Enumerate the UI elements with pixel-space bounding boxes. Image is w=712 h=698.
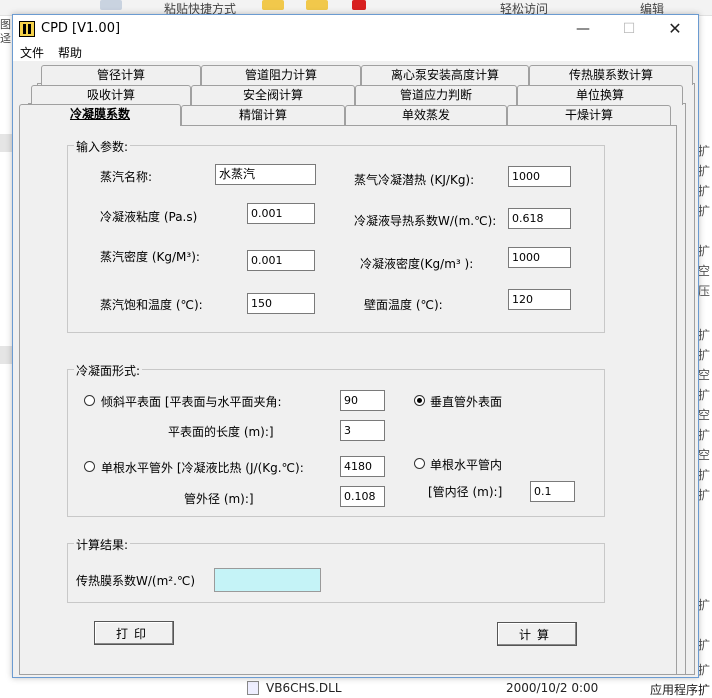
bg-right-text: 扩 [698, 328, 711, 342]
conductivity-input[interactable]: 0.618 [508, 208, 571, 229]
bg-right-text: 扩 [698, 638, 711, 652]
bg-right-text: 扩 [698, 468, 711, 482]
horizontal-outer-radio[interactable] [84, 461, 95, 472]
tab-pump-height[interactable]: 离心泵安装高度计算 [361, 65, 529, 85]
inclined-angle-input[interactable]: 90 [340, 390, 385, 411]
tab-unit-convert[interactable]: 单位换算 [517, 85, 683, 105]
wall-temp-input[interactable]: 120 [508, 289, 571, 310]
bg-right-text: 空 [698, 448, 711, 462]
bg-right-text: 扩 [698, 184, 711, 198]
tab-pipe-resistance[interactable]: 管道阻力计算 [201, 65, 361, 85]
input-params-group: 输入参数: 蒸汽名称: 水蒸汽 蒸气冷凝潜热 (KJ/Kg): 1000 冷凝液… [67, 138, 605, 333]
tab-absorption[interactable]: 吸收计算 [31, 85, 191, 105]
tab-safety-valve[interactable]: 安全阀计算 [191, 85, 355, 105]
maximize-button[interactable]: ☐ [606, 15, 652, 43]
surface-form-title: 冷凝面形式: [74, 362, 143, 379]
inclined-plane-label: 倾斜平表面 [平表面与水平面夹角: [101, 395, 282, 409]
wall-temp-label: 壁面温度 (℃): [364, 298, 443, 312]
outer-dia-input[interactable]: 0.108 [340, 486, 385, 507]
background-file-row[interactable]: VB6CHS.DLL 2000/10/2 0:00 应用程序扩 [14, 678, 712, 698]
horizontal-inner-label: 单根水平管内 [430, 458, 503, 472]
bg-right-text: 扩 [698, 348, 711, 362]
folder-icon [262, 0, 284, 10]
new-folder-icon [306, 0, 328, 10]
window-title: CPD [V1.00] [41, 21, 121, 36]
sat-temp-label: 蒸汽饱和温度 (℃): [100, 298, 203, 312]
tab-pipe-stress[interactable]: 管道应力判断 [355, 85, 517, 105]
tab-strip: 管径计算 管道阻力计算 离心泵安装高度计算 传热膜系数计算 吸收计算 安全阀计算… [19, 65, 695, 675]
liquid-density-input[interactable]: 1000 [508, 247, 571, 268]
bg-right-text: 扩 [698, 428, 711, 442]
tab-single-evap[interactable]: 单效蒸发 [345, 105, 507, 125]
tab-distillation[interactable]: 精馏计算 [181, 105, 345, 125]
film-coef-label: 传热膜系数W/(m².℃) [76, 574, 196, 588]
condensation-page: 输入参数: 蒸汽名称: 水蒸汽 蒸气冷凝潜热 (KJ/Kg): 1000 冷凝液… [19, 125, 677, 675]
bg-right-text: 空 [698, 264, 711, 278]
dll-file-icon [247, 681, 259, 695]
menu-help[interactable]: 帮助 [58, 44, 82, 61]
tab-condensation-film[interactable]: 冷凝膜系数 [19, 104, 181, 126]
bg-right-text: 扩 [698, 144, 711, 158]
bg-right-text: 扩 [698, 164, 711, 178]
viscosity-label: 冷凝液粘度 (Pa.s) [100, 210, 198, 224]
bg-right-text: 扩 [698, 598, 711, 612]
bg-right-text: 扩 [698, 204, 711, 218]
bg-left-char-2: 迳 [0, 32, 11, 45]
vapor-density-input[interactable]: 0.001 [247, 250, 315, 271]
latent-heat-label: 蒸气冷凝潜热 (KJ/Kg): [354, 173, 475, 187]
viscosity-input[interactable]: 0.001 [247, 203, 315, 224]
cpd-window: CPD [V1.00] — ☐ ✕ 文件 帮助 管径计算 管道阻力计算 离心泵安… [12, 14, 699, 678]
bg-right-text: 扩 [698, 388, 711, 402]
bg-right-text: 空 [698, 408, 711, 422]
tab-film-coef[interactable]: 传热膜系数计算 [529, 65, 693, 85]
menu-file[interactable]: 文件 [20, 44, 44, 61]
input-params-title: 输入参数: [74, 138, 131, 155]
conductivity-label: 冷凝液导热系数W/(m.℃): [354, 214, 497, 228]
bg-file-name: VB6CHS.DLL [266, 681, 342, 695]
film-coef-output [214, 568, 321, 592]
app-icon [19, 21, 35, 37]
close-button[interactable]: ✕ [652, 15, 698, 43]
minimize-button[interactable]: — [560, 15, 606, 43]
paste-icon [100, 0, 122, 10]
delete-icon [352, 0, 366, 10]
menu-bar: 文件 帮助 [13, 43, 698, 61]
vertical-tube-label: 垂直管外表面 [430, 395, 503, 409]
bg-file-type: 应用程序扩 [650, 683, 711, 697]
bg-right-text: 扩 [698, 244, 711, 258]
print-button[interactable]: 打印 [94, 621, 174, 645]
result-title: 计算结果: [74, 536, 131, 553]
sat-temp-input[interactable]: 150 [247, 293, 315, 314]
background-file-list: 扩 扩 扩 扩 扩 空 压 扩 扩 空 扩 空 扩 空 扩 扩 扩 扩 扩 [698, 16, 712, 698]
outer-dia-label: 管外径 (m):] [184, 492, 254, 506]
inclined-plane-radio[interactable] [84, 395, 95, 406]
bg-right-text: 压 [698, 284, 711, 298]
bg-right-text: 空 [698, 368, 711, 382]
inner-dia-input[interactable]: 0.1 [530, 481, 575, 502]
tab-drying[interactable]: 干燥计算 [507, 105, 671, 125]
inner-dia-label: [管内径 (m):] [428, 485, 503, 499]
bg-right-text: 扩 [698, 488, 711, 502]
result-group: 计算结果: 传热膜系数W/(m².℃) [67, 536, 605, 603]
plane-length-label: 平表面的长度 (m):] [168, 425, 274, 439]
calculate-button[interactable]: 计算 [497, 622, 577, 646]
horizontal-outer-label: 单根水平管外 [冷凝液比热 (J/(Kg.℃): [101, 461, 304, 475]
horizontal-inner-radio[interactable] [414, 458, 425, 469]
bg-file-date: 2000/10/2 0:00 [506, 681, 599, 695]
steam-name-label: 蒸汽名称: [100, 170, 153, 184]
tab-pipe-diameter[interactable]: 管径计算 [41, 65, 201, 85]
latent-heat-input[interactable]: 1000 [508, 166, 571, 187]
liquid-density-label: 冷凝液密度(Kg/m³ ): [360, 257, 474, 271]
specific-heat-input[interactable]: 4180 [340, 456, 385, 477]
plane-length-input[interactable]: 3 [340, 420, 385, 441]
vapor-density-label: 蒸汽密度 (Kg/M³): [100, 250, 200, 264]
surface-form-group: 冷凝面形式: 倾斜平表面 [平表面与水平面夹角: 90 垂直管外表面 平表面的长… [67, 362, 605, 517]
bg-right-text: 扩 [698, 663, 711, 677]
vertical-tube-radio[interactable] [414, 395, 425, 406]
steam-name-input[interactable]: 水蒸汽 [215, 164, 316, 185]
title-bar[interactable]: CPD [V1.00] — ☐ ✕ [13, 15, 698, 43]
